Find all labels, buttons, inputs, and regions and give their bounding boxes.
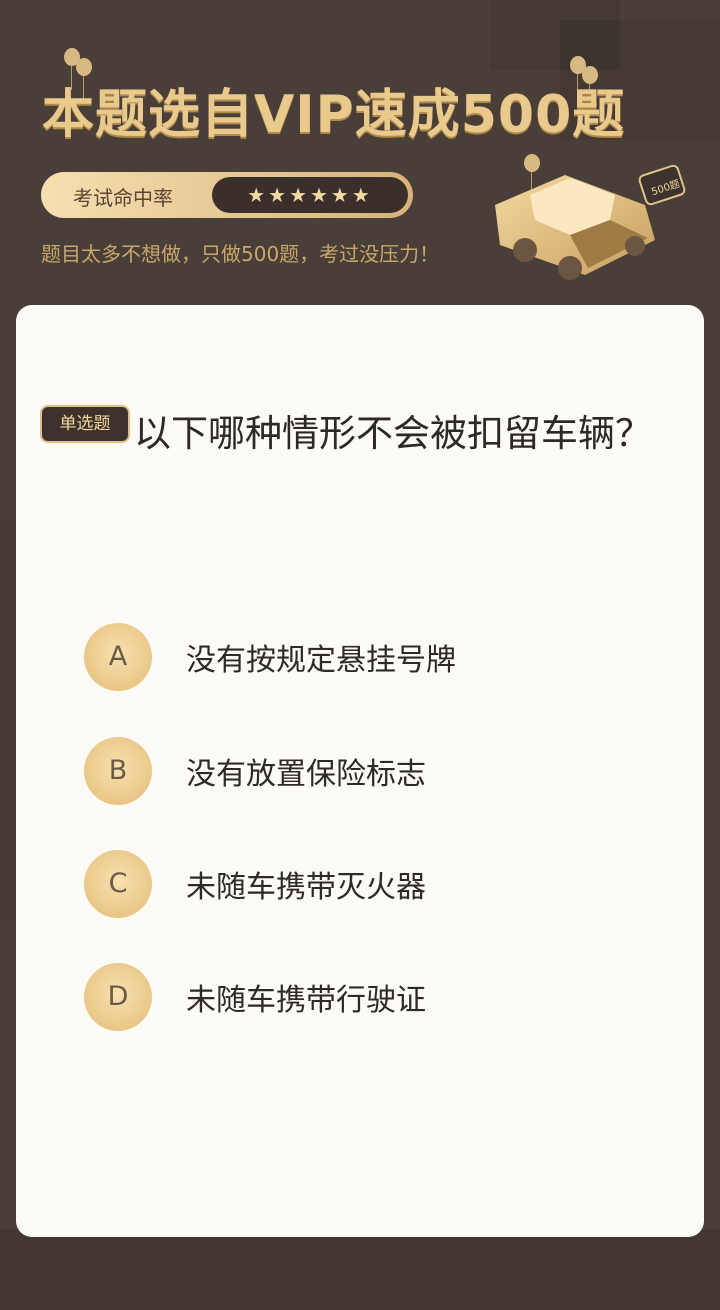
option-a[interactable]: A 没有按规定悬挂号牌 bbox=[84, 623, 644, 691]
hit-rate-label: 考试命中率 bbox=[73, 186, 173, 210]
hit-rate-pill: 考试命中率 ★★★★★★ bbox=[41, 172, 413, 218]
option-letter: B bbox=[84, 737, 152, 805]
option-text: 未随车携带灭火器 bbox=[186, 870, 426, 905]
vip-header: 本题选自VIP速成500题 考试命中率 ★★★★★★ 题目太多不想做，只做500… bbox=[0, 0, 720, 310]
option-text: 未随车携带行驶证 bbox=[186, 983, 426, 1018]
option-letter: A bbox=[84, 623, 152, 691]
option-letter: C bbox=[84, 850, 152, 918]
option-d[interactable]: D 未随车携带行驶证 bbox=[84, 963, 644, 1031]
option-letter: D bbox=[84, 963, 152, 1031]
question-text: 以下哪种情形不会被扣留车辆？ bbox=[134, 412, 652, 455]
car-icon: 500题 bbox=[495, 164, 686, 280]
headline: 本题选自VIP速成500题 bbox=[42, 85, 626, 145]
option-b[interactable]: B 没有放置保险标志 bbox=[84, 737, 644, 805]
option-text: 没有放置保险标志 bbox=[186, 757, 426, 792]
star-icon: ★★★★★★ bbox=[212, 177, 408, 213]
option-c[interactable]: C 未随车携带灭火器 bbox=[84, 850, 644, 918]
option-text: 没有按规定悬挂号牌 bbox=[186, 643, 456, 678]
question-card: 以下哪种情形不会被扣留车辆？ 单选题 A 没有按规定悬挂号牌 B 没有放置保险标… bbox=[16, 305, 704, 1237]
question-type-tag: 单选题 bbox=[40, 405, 130, 443]
header-subtitle: 题目太多不想做，只做500题，考过没压力！ bbox=[41, 242, 440, 266]
